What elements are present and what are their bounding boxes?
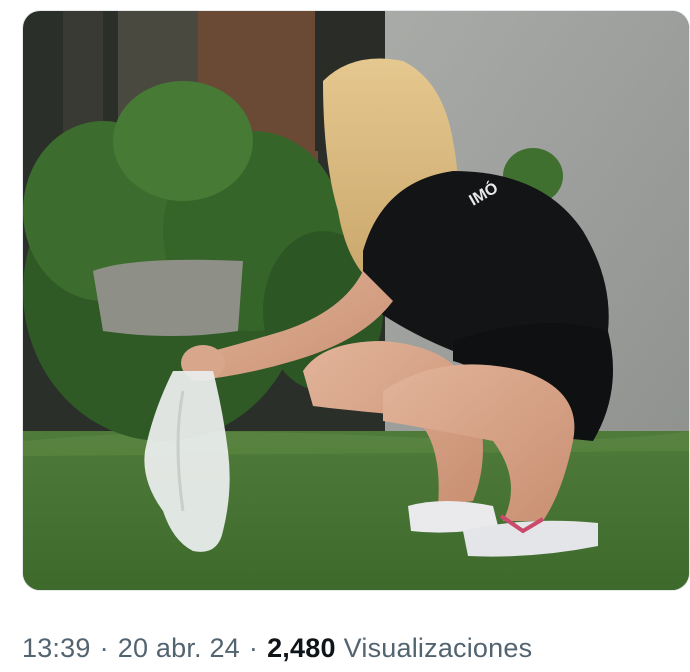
post-photo[interactable]: IMÓ: [22, 10, 690, 591]
post-meta: 13:39 · 20 abr. 24 · 2,480 Visualizacion…: [22, 626, 532, 670]
post-date[interactable]: 20 abr. 24: [118, 633, 240, 664]
planter-pot: [93, 259, 243, 336]
views-count[interactable]: 2,480: [267, 633, 336, 664]
shrub-leaves: [113, 81, 253, 201]
views-label[interactable]: Visualizaciones: [344, 633, 533, 664]
photo-scene: IMÓ: [23, 11, 689, 590]
post: IMÓ 13:39 · 20 abr. 24 · 2,480 Visualiza…: [0, 0, 690, 672]
post-time[interactable]: 13:39: [22, 633, 91, 664]
separator-dot: ·: [248, 632, 259, 663]
separator-dot: ·: [99, 632, 109, 663]
